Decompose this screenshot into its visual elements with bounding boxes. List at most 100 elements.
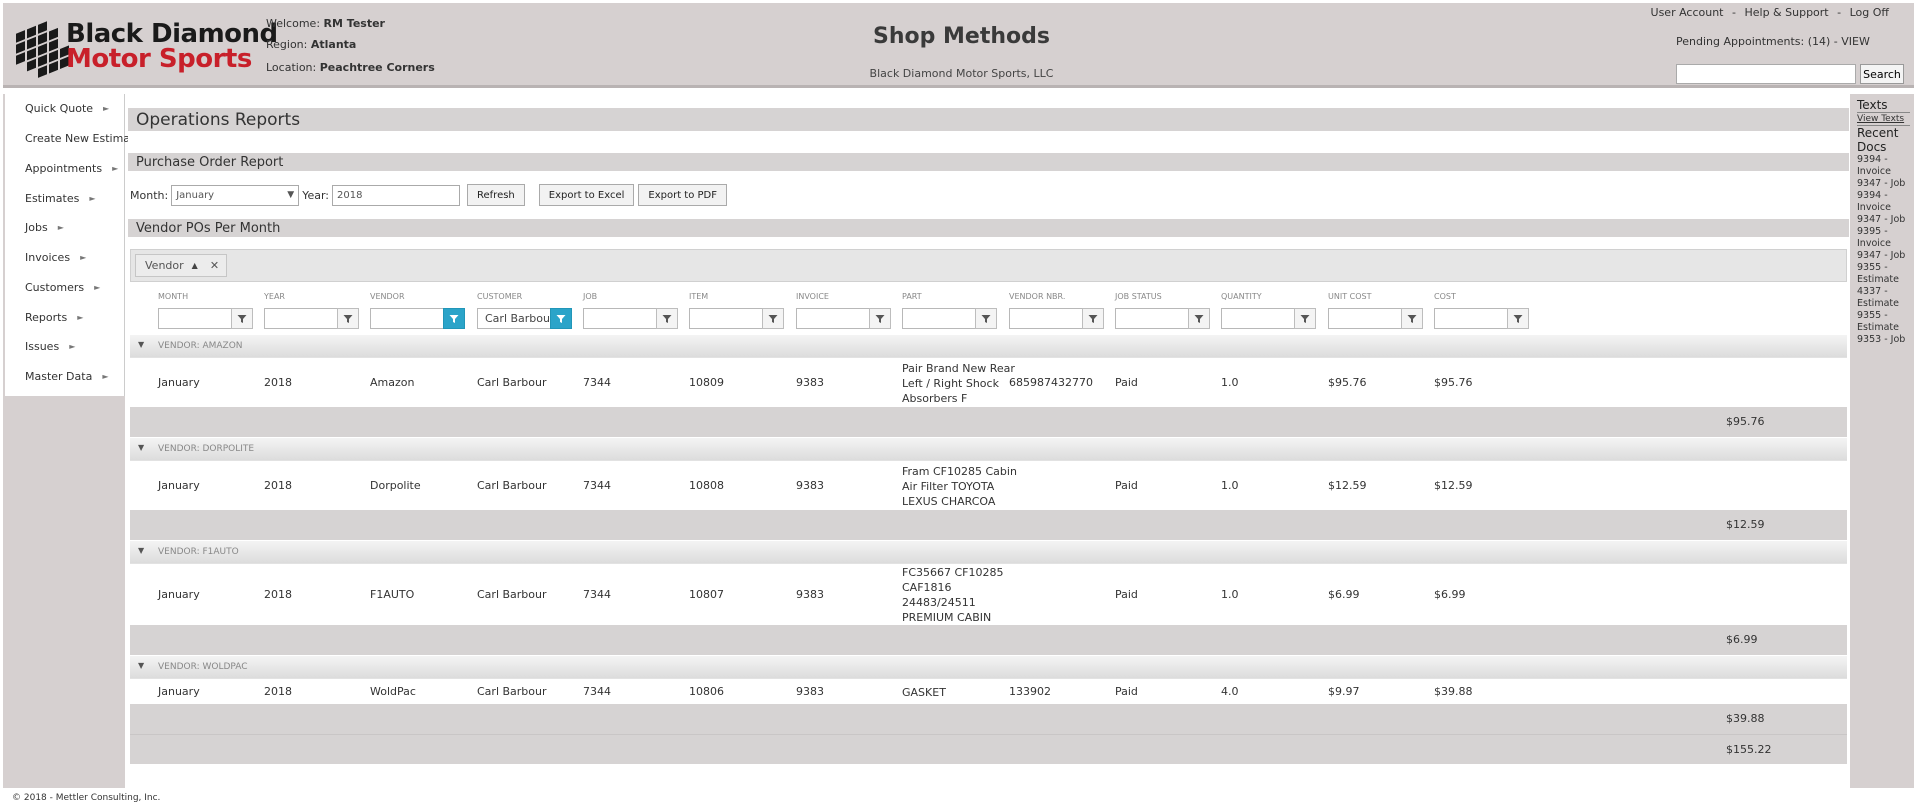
menu-item-jobs[interactable]: Jobs ► (5, 213, 124, 243)
filter-icon[interactable] (975, 308, 997, 329)
filter-icon[interactable] (443, 308, 465, 329)
recent-doc-link[interactable]: 9353 - Job (1850, 334, 1914, 346)
column-header-part[interactable]: PART (902, 292, 922, 301)
export-pdf-button[interactable]: Export to PDF (638, 184, 728, 206)
part-line: Absorbers F (902, 392, 968, 405)
column-header-item[interactable]: ITEM (689, 292, 708, 301)
recent-doc-link[interactable]: Invoice (1850, 166, 1914, 178)
recent-doc-link[interactable]: Invoice (1850, 238, 1914, 250)
column-header-invoice[interactable]: INVOICE (796, 292, 829, 301)
menu-item-reports[interactable]: Reports ► (5, 302, 124, 332)
search-input[interactable] (1676, 64, 1856, 84)
table-row[interactable]: January 2018 F1AUTO Carl Barbour 7344 10807 93… (130, 563, 1847, 625)
menu-item-create-new-estimate[interactable]: Create New Estimate (5, 124, 141, 154)
group-subtotal-row: $95.76 (130, 407, 1847, 437)
pending-appointments-link[interactable]: Pending Appointments: (14) - VIEW (1676, 35, 1870, 48)
filter-icon[interactable] (1188, 308, 1210, 329)
cell-vendor: F1AUTO (370, 588, 415, 601)
link-separator: - (1837, 6, 1842, 19)
recent-doc-link[interactable]: 9347 - Job (1850, 250, 1914, 262)
column-header-job-status[interactable]: JOB STATUS (1115, 292, 1162, 301)
recent-doc-link[interactable]: 9347 - Job (1850, 178, 1914, 190)
close-icon[interactable]: ✕ (210, 259, 219, 272)
menu-item-appointments[interactable]: Appointments ► (5, 154, 124, 184)
group-panel: Vendor ▲ ✕ (130, 249, 1847, 282)
group-header-row[interactable]: ▼ VENDOR: F1AUTO (130, 540, 1847, 563)
column-header-quantity[interactable]: QUANTITY (1221, 292, 1262, 301)
year-input[interactable] (332, 184, 460, 206)
filter-icon[interactable] (337, 308, 359, 329)
cell-unit-cost: $6.99 (1328, 588, 1360, 601)
filter-icon[interactable] (1401, 308, 1423, 329)
table-row[interactable]: January 2018 Amazon Carl Barbour 7344 10809 93… (130, 357, 1847, 407)
menu-item-label: Customers (25, 280, 85, 294)
caret-down-icon[interactable]: ▼ (138, 443, 144, 452)
filter-icon[interactable] (656, 308, 678, 329)
view-texts-link[interactable]: View Texts (1850, 113, 1914, 125)
menu-item-label: Reports (25, 310, 68, 324)
column-header-job[interactable]: JOB (583, 292, 597, 301)
recent-doc-link[interactable]: 9394 - (1850, 190, 1914, 202)
recent-doc-link[interactable]: 9347 - Job (1850, 214, 1914, 226)
menu-item-invoices[interactable]: Invoices ► (5, 243, 124, 273)
cell-invoice: 9383 (796, 376, 824, 389)
recent-doc-link[interactable]: 9395 - (1850, 226, 1914, 238)
recent-doc-link[interactable]: Estimate (1850, 274, 1914, 286)
menu-item-quick-quote[interactable]: Quick Quote ► (5, 94, 124, 124)
right-sidebar: Texts View Texts Recent Docs 9394 - Invoi… (1850, 94, 1914, 788)
filter-icon[interactable] (231, 308, 253, 329)
recent-doc-link[interactable]: 9394 - (1850, 154, 1914, 166)
filter-icon[interactable] (1507, 308, 1529, 329)
group-header-row[interactable]: ▼ VENDOR: DORPOLITE (130, 437, 1847, 460)
search-button[interactable]: Search (1860, 64, 1904, 84)
recent-doc-link[interactable]: 9355 - (1850, 310, 1914, 322)
caret-down-icon[interactable]: ▼ (138, 340, 144, 349)
column-header-vendor[interactable]: VENDOR (370, 292, 405, 301)
sort-ascending-icon[interactable]: ▲ (192, 261, 198, 270)
user-account-link[interactable]: User Account (1651, 6, 1724, 19)
cell-unit-cost: $95.76 (1328, 376, 1367, 389)
cell-cost: $12.59 (1434, 479, 1473, 492)
table-row[interactable]: January 2018 Dorpolite Carl Barbour 7344 1080… (130, 460, 1847, 510)
cell-part: GASKET (902, 685, 946, 700)
chevron-right-icon: ► (103, 104, 110, 114)
group-chip-vendor[interactable]: Vendor ▲ ✕ (135, 254, 227, 277)
column-header-year[interactable]: YEAR (264, 292, 285, 301)
export-excel-button[interactable]: Export to Excel (538, 184, 635, 206)
page-title: Operations Reports (128, 108, 1849, 131)
filter-icon[interactable] (869, 308, 891, 329)
column-header-customer[interactable]: CUSTOMER (477, 292, 522, 301)
menu-item-estimates[interactable]: Estimates ► (5, 183, 124, 213)
refresh-button[interactable]: Refresh (467, 184, 525, 206)
menu-item-label: Invoices (25, 251, 71, 265)
recent-doc-link[interactable]: Estimate (1850, 298, 1914, 310)
table-row[interactable]: January 2018 WoldPac Carl Barbour 7344 10806 9… (130, 678, 1847, 704)
caret-down-icon[interactable]: ▼ (138, 661, 144, 670)
recent-doc-link[interactable]: 4337 - (1850, 286, 1914, 298)
filter-icon[interactable] (1294, 308, 1316, 329)
column-header-unit-cost[interactable]: UNIT COST (1328, 292, 1371, 301)
recent-doc-link[interactable]: Estimate (1850, 322, 1914, 334)
recent-doc-link[interactable]: Invoice (1850, 202, 1914, 214)
filter-icon[interactable] (550, 308, 572, 329)
help-support-link[interactable]: Help & Support (1744, 6, 1828, 19)
filter-icon[interactable] (762, 308, 784, 329)
group-subtotal-row: $6.99 (130, 625, 1847, 655)
column-header-cost[interactable]: COST (1434, 292, 1456, 301)
filter-icon[interactable] (1082, 308, 1104, 329)
filter-row: Carl Barbour (130, 304, 1847, 334)
group-header-row[interactable]: ▼ VENDOR: WOLDPAC (130, 655, 1847, 678)
link-separator: - (1732, 6, 1736, 19)
log-off-link[interactable]: Log Off (1850, 6, 1889, 19)
menu-item-customers[interactable]: Customers ► (5, 273, 124, 303)
caret-down-icon[interactable]: ▼ (138, 546, 144, 555)
cell-cost: $39.88 (1434, 685, 1473, 698)
menu-item-issues[interactable]: Issues ► (5, 332, 124, 362)
column-header-vendor-nbr[interactable]: VENDOR NBR. (1009, 292, 1065, 301)
recent-docs-list: 9394 - Invoice 9347 - Job 9394 - Invoice 9347… (1850, 154, 1914, 346)
group-header-row[interactable]: ▼ VENDOR: AMAZON (130, 334, 1847, 357)
month-select[interactable]: January ▼ (171, 184, 300, 206)
column-header-month[interactable]: MONTH (158, 292, 188, 301)
menu-item-master-data[interactable]: Master Data ► (5, 362, 124, 392)
recent-doc-link[interactable]: 9355 - (1850, 262, 1914, 274)
